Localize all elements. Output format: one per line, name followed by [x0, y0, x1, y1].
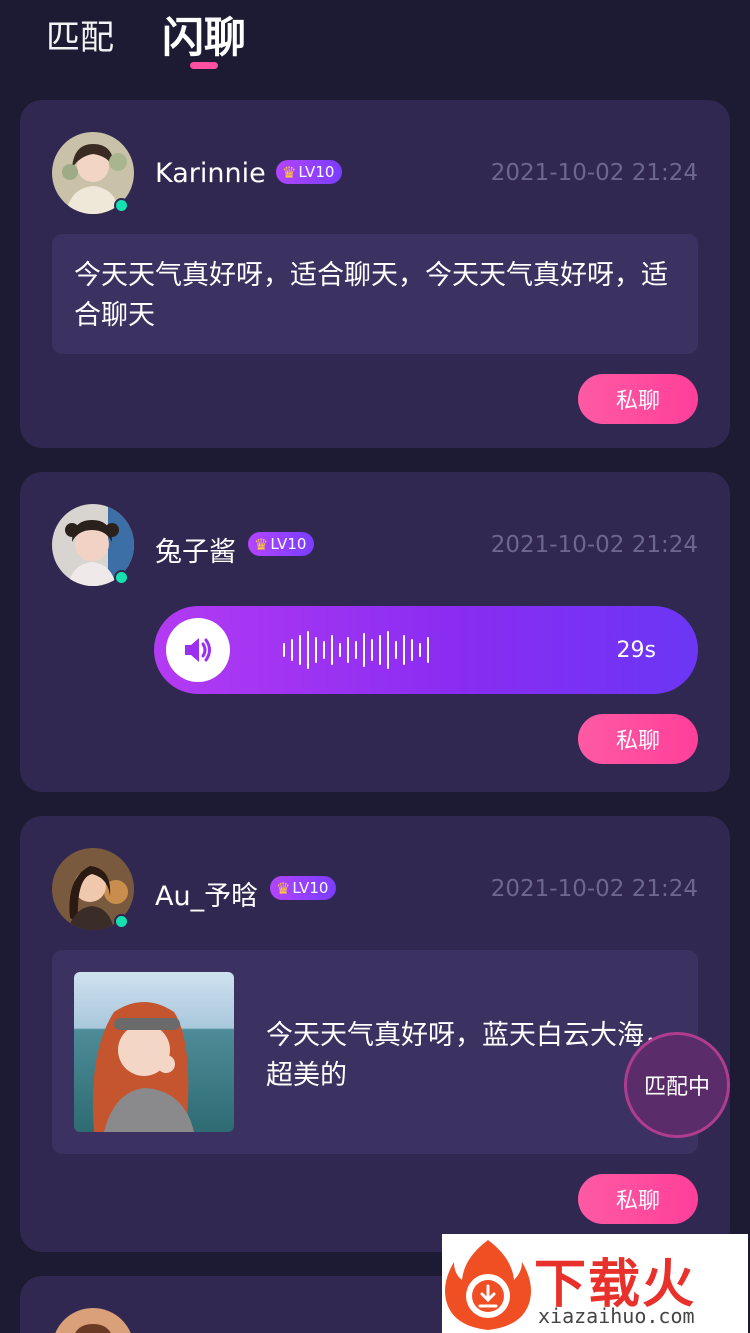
- avatar[interactable]: [52, 848, 134, 930]
- message-text: 今天天气真好呀，适合聊天，今天天气真好呀，适合聊天: [74, 260, 668, 331]
- message-text: 今天天气真好呀，蓝天白云大海，超美的: [266, 1020, 671, 1091]
- private-chat-button[interactable]: 私聊: [578, 1174, 698, 1224]
- top-tabs: 匹配 闪聊: [0, 0, 750, 90]
- post-card: 兔子酱 ♛ LV10 2021-10-02 21:24 29s 私聊: [20, 472, 730, 792]
- online-status-dot: [114, 570, 129, 585]
- waveform-icon: [283, 631, 429, 669]
- private-chat-button[interactable]: 私聊: [578, 374, 698, 424]
- voice-duration: 29s: [616, 638, 656, 663]
- message-bubble: 今天天气真好呀，蓝天白云大海，超美的: [52, 950, 698, 1154]
- crown-icon: ♛: [254, 534, 269, 554]
- post-photo[interactable]: [74, 972, 234, 1132]
- online-status-dot: [114, 198, 129, 213]
- crown-icon: ♛: [276, 878, 291, 898]
- username[interactable]: Au_予晗: [155, 874, 258, 913]
- avatar[interactable]: [52, 504, 134, 586]
- flame-logo-icon: [445, 1240, 531, 1330]
- username[interactable]: 兔子酱: [155, 530, 236, 569]
- crown-icon: ♛: [282, 162, 297, 182]
- username[interactable]: Karinnie: [155, 158, 266, 189]
- level-label: LV10: [292, 879, 329, 897]
- post-card: Karinnie ♛ LV10 2021-10-02 21:24 今天天气真好呀…: [20, 100, 730, 448]
- post-card: Au_予晗 ♛ LV10 2021-10-02 21:24 今天天气真好呀，蓝天…: [20, 816, 730, 1252]
- matching-button[interactable]: 匹配中: [624, 1032, 730, 1138]
- speaker-icon[interactable]: [166, 618, 230, 682]
- post-time: 2021-10-02 21:24: [490, 876, 698, 902]
- avatar[interactable]: [52, 1308, 134, 1333]
- private-chat-button[interactable]: 私聊: [578, 714, 698, 764]
- post-time: 2021-10-02 21:24: [490, 160, 698, 186]
- tab-match[interactable]: 匹配: [46, 10, 114, 59]
- level-label: LV10: [298, 163, 335, 181]
- online-status-dot: [114, 914, 129, 929]
- level-label: LV10: [270, 535, 307, 553]
- watermark: 下载火 xiazaihuo.com: [442, 1234, 748, 1333]
- tab-flash-chat[interactable]: 闪聊: [162, 4, 246, 65]
- voice-message[interactable]: 29s: [154, 606, 698, 694]
- level-badge: ♛ LV10: [270, 876, 337, 900]
- post-time: 2021-10-02 21:24: [490, 532, 698, 558]
- avatar[interactable]: [52, 132, 134, 214]
- level-badge: ♛ LV10: [276, 160, 343, 184]
- message-bubble: 今天天气真好呀，适合聊天，今天天气真好呀，适合聊天: [52, 234, 698, 354]
- active-tab-indicator: [190, 62, 218, 69]
- watermark-url: xiazaihuo.com: [538, 1304, 695, 1328]
- level-badge: ♛ LV10: [248, 532, 315, 556]
